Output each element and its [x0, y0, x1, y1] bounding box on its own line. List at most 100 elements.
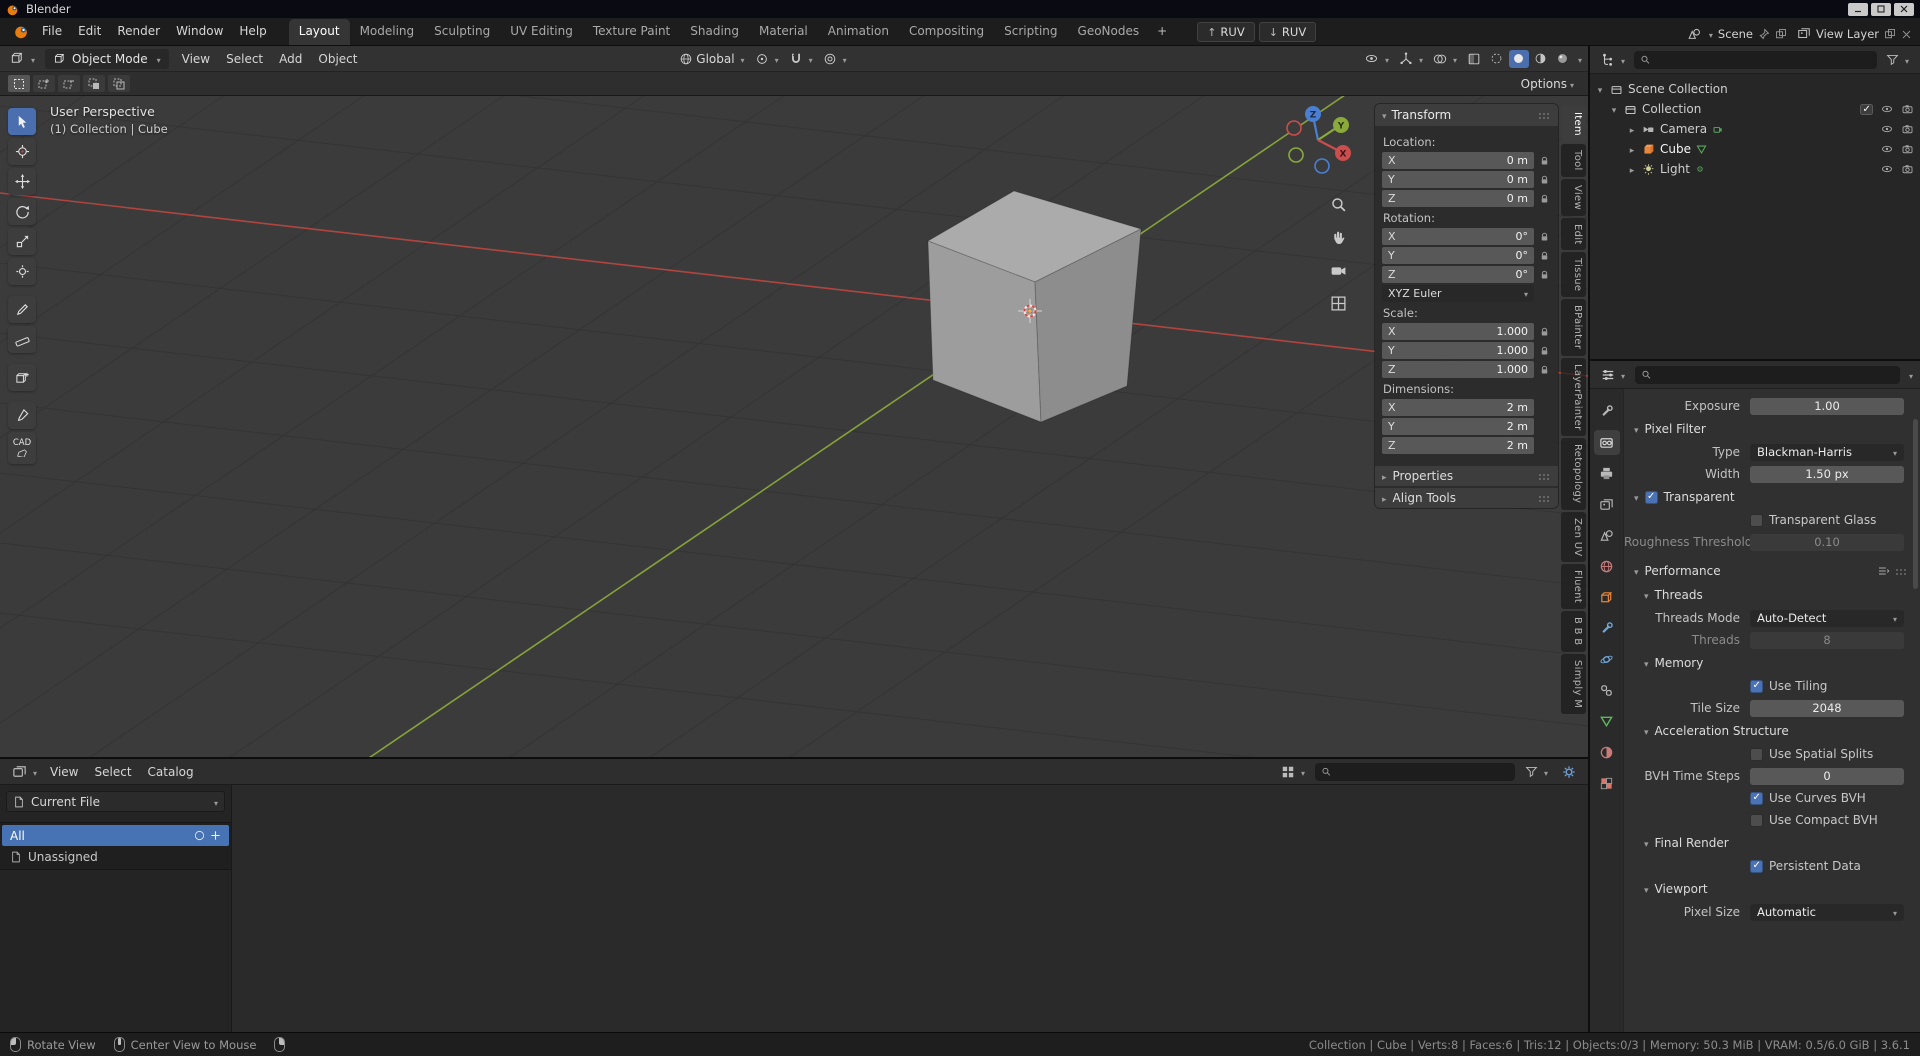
- pin-icon[interactable]: [1758, 28, 1770, 40]
- filter-dropdown[interactable]: [1521, 762, 1552, 782]
- tab-material[interactable]: [1594, 740, 1620, 765]
- rotate-tool[interactable]: [8, 198, 36, 225]
- pan-button[interactable]: [1326, 225, 1350, 249]
- hide-eye-icon[interactable]: [1880, 143, 1894, 155]
- filter-type-dropdown[interactable]: Blackman-Harris: [1750, 444, 1904, 461]
- asset-menu-catalog[interactable]: Catalog: [141, 761, 201, 783]
- expand-icon[interactable]: [1630, 142, 1635, 156]
- hide-eye-icon[interactable]: [1880, 123, 1894, 135]
- lock-icon[interactable]: [1539, 250, 1550, 262]
- transparent-glass-checkbox[interactable]: [1750, 514, 1763, 527]
- scale-z-field[interactable]: Z1.000: [1382, 361, 1534, 378]
- memory-panel-header[interactable]: Memory: [1624, 651, 1920, 675]
- move-tool[interactable]: [8, 168, 36, 195]
- collection-exclude-checkbox[interactable]: [1860, 104, 1873, 115]
- viewport-menu-view[interactable]: View: [175, 48, 217, 70]
- threads-panel-header[interactable]: Threads: [1624, 583, 1920, 607]
- editor-type-button[interactable]: [6, 48, 39, 69]
- expand-icon[interactable]: [1630, 162, 1635, 176]
- shading-rendered-button[interactable]: [1553, 50, 1573, 68]
- workspace-tab-sculpting[interactable]: Sculpting: [424, 19, 500, 45]
- expand-icon[interactable]: [1598, 82, 1603, 96]
- minimize-button[interactable]: [1848, 3, 1868, 16]
- scene-selector[interactable]: Scene: [1687, 27, 1787, 41]
- tab-object[interactable]: [1594, 585, 1620, 610]
- catalog-item-unassigned[interactable]: Unassigned: [2, 846, 229, 867]
- xray-toggle[interactable]: [1463, 49, 1485, 69]
- proportional-editing-toggle[interactable]: [819, 49, 851, 69]
- new-scene-icon[interactable]: [1775, 28, 1787, 40]
- scale-y-field[interactable]: Y1.000: [1382, 342, 1534, 359]
- rotation-z-field[interactable]: Z0°: [1382, 266, 1534, 283]
- sidebar-tab-bbb[interactable]: B B B: [1561, 611, 1586, 651]
- measure-tool[interactable]: [8, 326, 36, 353]
- select-mode-intersect-button[interactable]: [108, 75, 130, 92]
- rotation-y-field[interactable]: Y0°: [1382, 247, 1534, 264]
- disable-render-camera-icon[interactable]: [1901, 163, 1914, 175]
- pixel-size-dropdown[interactable]: Automatic: [1750, 904, 1904, 921]
- select-box-tool[interactable]: [8, 108, 36, 135]
- transform-orientation-dropdown[interactable]: Global: [675, 49, 748, 69]
- outliner-row-collection[interactable]: Collection: [1590, 99, 1920, 119]
- sidebar-tab-tissue[interactable]: Tissue: [1561, 252, 1586, 297]
- view-layer-selector[interactable]: View Layer: [1797, 27, 1912, 41]
- outliner-search-box[interactable]: [1634, 51, 1877, 69]
- spatial-splits-checkbox[interactable]: [1750, 748, 1763, 761]
- rotation-mode-dropdown[interactable]: XYZ Euler: [1382, 285, 1534, 302]
- tab-texture[interactable]: [1594, 771, 1620, 796]
- remove-view-layer-icon[interactable]: [1901, 29, 1912, 40]
- acceleration-panel-header[interactable]: Acceleration Structure: [1624, 719, 1920, 743]
- threads-count-field[interactable]: 8: [1750, 632, 1904, 649]
- pivot-point-dropdown[interactable]: [751, 49, 783, 69]
- bvh-steps-field[interactable]: 0: [1750, 768, 1904, 785]
- snap-toggle[interactable]: [785, 49, 817, 69]
- viewport-panel-header[interactable]: Viewport: [1624, 877, 1920, 901]
- transform-tool[interactable]: [8, 258, 36, 285]
- catalog-item-all[interactable]: All: [2, 825, 229, 846]
- filter-width-field[interactable]: 1.50 px: [1750, 466, 1904, 483]
- mode-dropdown[interactable]: Object Mode: [45, 49, 169, 69]
- ortho-toggle-button[interactable]: [1326, 291, 1350, 315]
- workspace-tab-uv-editing[interactable]: UV Editing: [500, 19, 583, 45]
- workspace-tab-shading[interactable]: Shading: [680, 19, 749, 45]
- close-button[interactable]: [1894, 3, 1914, 16]
- asset-menu-select[interactable]: Select: [88, 761, 139, 783]
- workspace-tab-animation[interactable]: Animation: [818, 19, 899, 45]
- exposure-field[interactable]: 1.00: [1750, 398, 1904, 415]
- sidebar-tab-view[interactable]: View: [1561, 179, 1586, 216]
- workspace-tab-modeling[interactable]: Modeling: [350, 19, 425, 45]
- asset-menu-view[interactable]: View: [43, 761, 85, 783]
- curves-bvh-checkbox[interactable]: [1750, 792, 1763, 805]
- lock-icon[interactable]: [1539, 174, 1550, 186]
- asset-search-box[interactable]: [1315, 763, 1515, 781]
- options-dropdown[interactable]: Options: [1515, 75, 1580, 93]
- location-y-field[interactable]: Y0 m: [1382, 171, 1534, 188]
- dimensions-z-field[interactable]: Z2 m: [1382, 437, 1534, 454]
- new-view-layer-icon[interactable]: [1884, 28, 1896, 40]
- lock-icon[interactable]: [1539, 326, 1550, 338]
- select-mode-new-button[interactable]: [8, 75, 30, 92]
- asset-search-input[interactable]: [1336, 765, 1509, 779]
- disable-render-camera-icon[interactable]: [1901, 103, 1914, 115]
- annotate-tool[interactable]: [8, 296, 36, 323]
- sidebar-tab-retopology[interactable]: Retopology: [1561, 438, 1586, 509]
- gizmo-minus-y-axis[interactable]: [1289, 148, 1303, 162]
- tab-object-data[interactable]: [1594, 709, 1620, 734]
- menu-file[interactable]: File: [34, 19, 70, 45]
- tab-scene[interactable]: [1594, 523, 1620, 548]
- viewport-menu-select[interactable]: Select: [219, 48, 270, 70]
- outliner-row-light[interactable]: Light: [1590, 159, 1920, 179]
- tab-render[interactable]: [1594, 430, 1620, 455]
- lock-icon[interactable]: [1539, 193, 1550, 205]
- tab-physics[interactable]: [1594, 647, 1620, 672]
- hide-eye-icon[interactable]: [1880, 163, 1894, 175]
- persistent-data-checkbox[interactable]: [1750, 860, 1763, 873]
- editor-type-button[interactable]: [1597, 365, 1629, 385]
- tab-tool[interactable]: [1594, 399, 1620, 424]
- performance-panel-header[interactable]: Performance: [1624, 559, 1920, 583]
- tab-constraints[interactable]: [1594, 678, 1620, 703]
- workspace-tab-layout[interactable]: Layout: [289, 19, 350, 45]
- ruv-import-button[interactable]: ↓ RUV: [1259, 22, 1317, 42]
- dimensions-x-field[interactable]: X2 m: [1382, 399, 1534, 416]
- dimensions-y-field[interactable]: Y2 m: [1382, 418, 1534, 435]
